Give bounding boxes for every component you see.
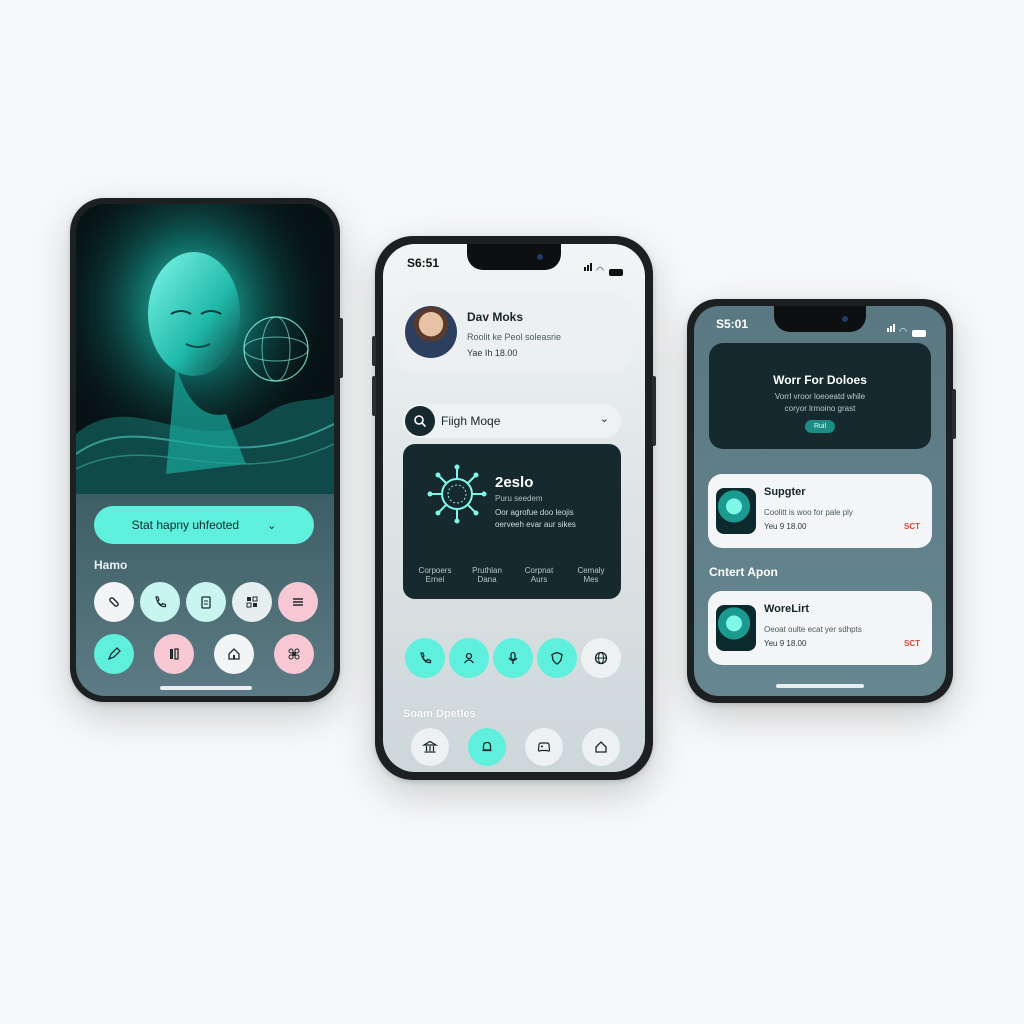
- feature-subtitle: Puru seedem: [495, 494, 543, 503]
- flower-icon[interactable]: [274, 634, 314, 674]
- chevron-down-icon: ⌄: [267, 519, 277, 532]
- feature-stat: Corpoers Ernei: [411, 566, 459, 584]
- phone-right-screen: S5:01 ◠ Worr For Doloes Vorrl vroor loeo…: [694, 306, 946, 696]
- feature-description-2: oerveeh evar aur sikes: [495, 520, 576, 529]
- feature-card[interactable]: 2eslo Puru seedem Oor agrofue doo leojis…: [403, 444, 621, 599]
- feature-description-1: Oor agrofue doo leojis: [495, 508, 574, 517]
- hero-card-line-2: coryor lrmoino grast: [784, 404, 856, 413]
- mic-icon[interactable]: [493, 638, 533, 678]
- phone-left-screen: Stat hapny uhfeoted ⌄ Hamo: [76, 204, 334, 696]
- search-bar[interactable]: Fiigh Moqe ⌄: [403, 404, 621, 438]
- feature-stat: Corpnat Aurs: [515, 566, 563, 584]
- hero-card-button-label: Ruil: [813, 423, 827, 430]
- item-title: Supgter: [764, 486, 806, 498]
- item-badge: SCT: [904, 639, 920, 648]
- stat-line-1: Corpnat: [524, 566, 554, 575]
- phone-right: S5:01 ◠ Worr For Doloes Vorrl vroor loeo…: [687, 299, 956, 703]
- globe-icon[interactable]: [581, 638, 621, 678]
- virus-icon: [427, 464, 487, 524]
- profile-card[interactable]: Dav Moks Roolit ke Peol soleasrie Yae Ih…: [397, 294, 631, 372]
- phone-left: Stat hapny uhfeoted ⌄ Hamo: [70, 198, 343, 702]
- chevron-down-icon[interactable]: ⌄: [600, 412, 609, 425]
- primary-action-label: Stat hapny uhfeoted: [131, 518, 240, 532]
- hero-artwork: [76, 204, 334, 494]
- wifi-icon: ◠: [899, 326, 907, 336]
- clipboard-icon[interactable]: [186, 582, 226, 622]
- home-indicator: [776, 684, 864, 688]
- feature-stat: Pruthlan Dana: [463, 566, 511, 584]
- primary-action-button[interactable]: Stat hapny uhfeoted ⌄: [94, 506, 314, 544]
- hero-card-title: Worr For Doloes: [773, 373, 867, 387]
- signal-icon: [584, 258, 593, 276]
- phone-center-screen: S6:51 ◠ Dav Moks Roolit ke Peol soleasri…: [383, 244, 645, 772]
- item-description: Coolitt is woo for pale ply: [764, 508, 853, 517]
- stat-line-1: Corpoers: [418, 566, 452, 575]
- phone-icon[interactable]: [405, 638, 445, 678]
- phone-icon[interactable]: [140, 582, 180, 622]
- stat-line-2: Aurs: [530, 575, 548, 584]
- item-description: Oeoat oulte ecat yer sdhpts: [764, 625, 862, 634]
- hero-card-line-1: Vorrl vroor loeoeatd while: [774, 392, 866, 401]
- menu-icon[interactable]: [278, 582, 318, 622]
- stat-line-1: Cemaly: [577, 566, 605, 575]
- battery-icon: [912, 330, 926, 337]
- item-title: WoreLirt: [764, 603, 810, 615]
- hero-card-button[interactable]: Ruil: [805, 420, 835, 433]
- stat-line-2: Ernei: [425, 575, 445, 584]
- item-thumbnail: [716, 605, 756, 651]
- status-time: S6:51: [407, 256, 440, 270]
- section-label: Cntert Apon: [709, 565, 778, 579]
- bell-icon[interactable]: [468, 728, 506, 766]
- profile-line-1: Roolit ke Peol soleasrie: [467, 332, 562, 342]
- status-icons: ◠: [887, 319, 926, 337]
- home-icon[interactable]: [214, 634, 254, 674]
- feature-stat: Cemaly Mes: [567, 566, 615, 584]
- status-time: S5:01: [716, 317, 749, 331]
- stat-line-2: Mes: [583, 575, 599, 584]
- search-input[interactable]: Fiigh Moqe: [441, 414, 500, 428]
- list-item[interactable]: WoreLirt Oeoat oulte ecat yer sdhpts Yeu…: [708, 591, 932, 665]
- notch: [774, 306, 866, 332]
- home-indicator: [160, 686, 252, 690]
- signal-icon: [887, 319, 896, 337]
- search-icon[interactable]: [405, 406, 435, 436]
- user-icon[interactable]: [449, 638, 489, 678]
- status-icons: ◠: [584, 258, 623, 276]
- stat-line-2: Dana: [477, 575, 497, 584]
- book-icon[interactable]: [154, 634, 194, 674]
- list-item[interactable]: Supgter Coolitt is woo for pale ply Yeu …: [708, 474, 932, 548]
- pen-icon[interactable]: [94, 634, 134, 674]
- section-label: Hamo: [94, 558, 128, 572]
- profile-name: Dav Moks: [467, 310, 524, 324]
- grid-icon[interactable]: [232, 582, 272, 622]
- hero-card[interactable]: Worr For Doloes Vorrl vroor loeoeatd whi…: [709, 343, 931, 449]
- gamepad-icon[interactable]: [525, 728, 563, 766]
- phone-center: S6:51 ◠ Dav Moks Roolit ke Peol soleasri…: [372, 236, 656, 780]
- feature-title: 2eslo: [495, 474, 534, 491]
- shield-icon[interactable]: [537, 638, 577, 678]
- profile-line-2: Yae Ih 18.00: [467, 348, 518, 358]
- item-meta: Yeu 9 18.00: [764, 522, 807, 531]
- item-meta: Yeu 9 18.00: [764, 639, 807, 648]
- pill-icon[interactable]: [94, 582, 134, 622]
- house-icon[interactable]: [582, 728, 620, 766]
- battery-icon: [609, 269, 623, 276]
- wifi-icon: ◠: [596, 265, 604, 275]
- bank-icon[interactable]: [411, 728, 449, 766]
- stat-line-1: Pruthlan: [472, 566, 502, 575]
- avatar: [405, 306, 457, 358]
- item-thumbnail: [716, 488, 756, 534]
- notch: [467, 244, 561, 270]
- item-badge: SCT: [904, 522, 920, 531]
- section-label: Soam Dpetles: [403, 708, 476, 720]
